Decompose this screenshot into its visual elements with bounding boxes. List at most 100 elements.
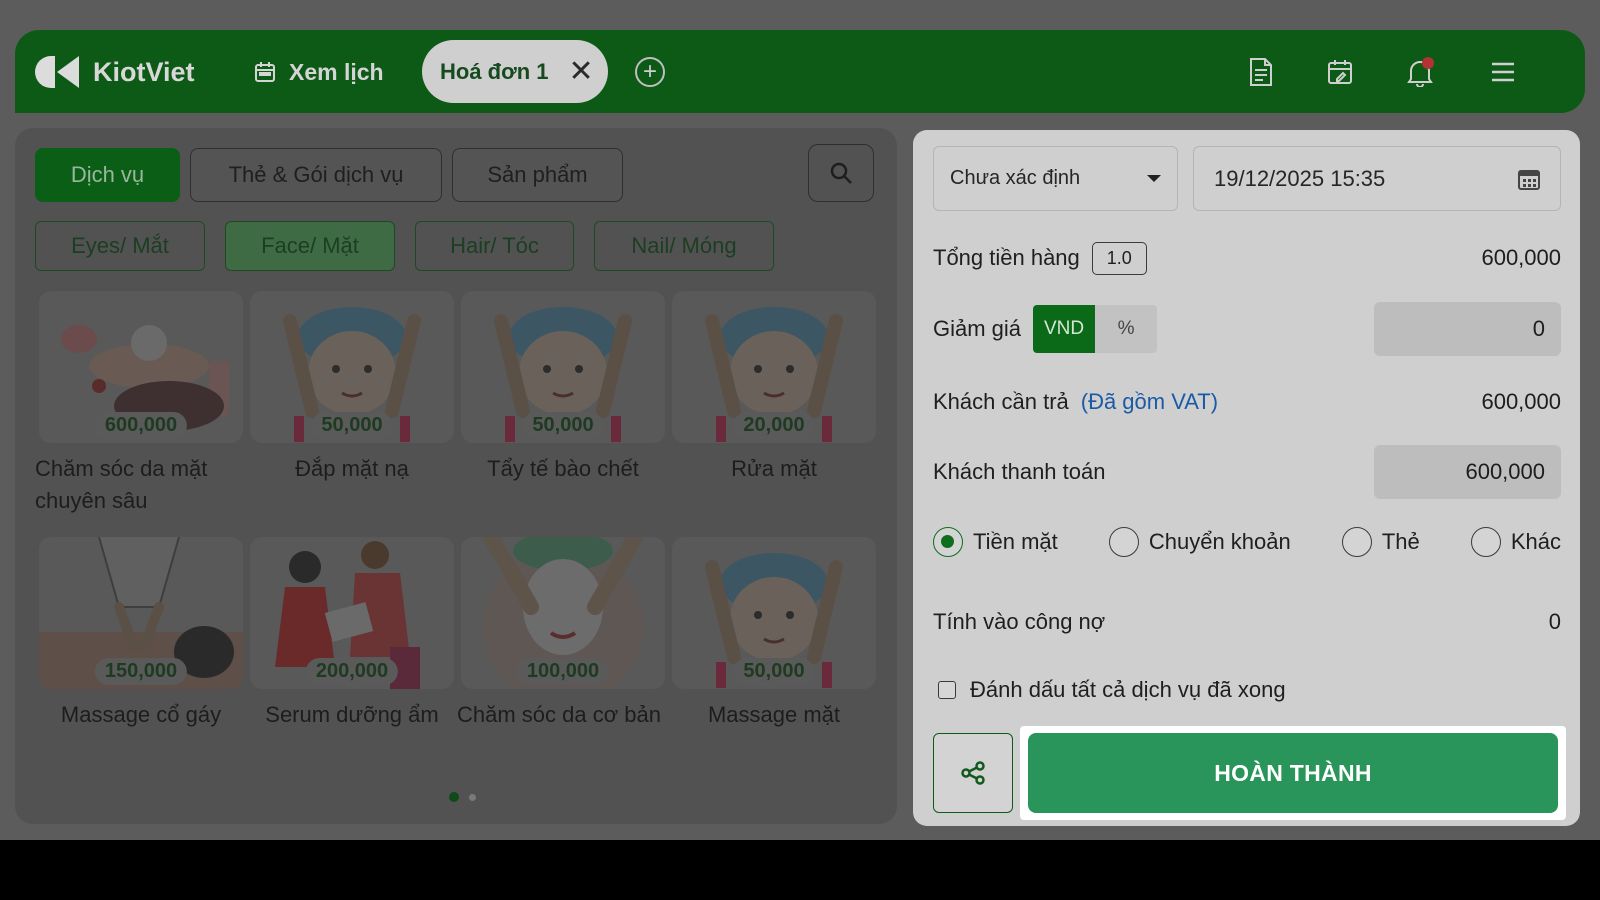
service-card[interactable]: 150,000 Massage cổ gáy [39, 537, 243, 731]
total-qty-badge: 1.0 [1091, 241, 1147, 275]
category-nail[interactable]: Nail/ Móng [594, 221, 774, 271]
service-card[interactable]: 50,000 Tẩy tế bào chết [461, 291, 665, 485]
customer-paid-input[interactable]: 600,000 [1374, 445, 1561, 499]
radio-icon[interactable] [1470, 527, 1501, 557]
service-price: 150,000 [94, 658, 188, 685]
service-image: 50,000 [461, 291, 665, 443]
datetime-field[interactable]: 19/12/2025 15:35 [1193, 146, 1561, 211]
category-face[interactable]: Face/ Mặt [225, 221, 395, 271]
add-tab-icon[interactable]: + [635, 57, 665, 87]
calendar-link[interactable]: Xem lịch [253, 52, 384, 92]
service-card[interactable]: 100,000 Chăm sóc da cơ bản [457, 537, 665, 731]
service-image: 20,000 [672, 291, 876, 443]
service-image: 50,000 [250, 291, 454, 443]
radio-icon[interactable] [1341, 527, 1372, 557]
debt-row: Tính vào công nợ 0 [933, 602, 1561, 642]
service-panel: Dịch vụ Thẻ & Gói dịch vụ Sản phẩm Eyes/… [15, 128, 897, 824]
complete-button[interactable]: HOÀN THÀNH [1028, 733, 1558, 813]
service-price: 100,000 [516, 658, 610, 685]
payment-transfer[interactable]: Chuyển khoản [1108, 527, 1291, 557]
discount-row: Giảm giá VND % 0 [933, 302, 1561, 356]
top-navbar: KiotViet Xem lịch Hoá đơn 1 ✕ + [15, 30, 1585, 113]
customer-paid-row: Khách thanh toán 600,000 [933, 445, 1561, 499]
service-image: 50,000 [672, 537, 876, 689]
service-price: 50,000 [522, 412, 604, 439]
debt-value: 0 [1548, 609, 1561, 634]
bottom-bar [0, 840, 1600, 900]
category-filters: Eyes/ Mắt Face/ Mặt Hair/ Tóc Nail/ Móng [35, 221, 774, 271]
document-icon[interactable] [1243, 54, 1279, 90]
service-image: 200,000 [250, 537, 454, 689]
radio-icon[interactable] [1108, 527, 1139, 557]
brand[interactable]: KiotViet [35, 52, 195, 92]
calendar-icon [255, 62, 275, 82]
mark-all-done[interactable]: Đánh dấu tất cả dịch vụ đã xong [938, 677, 1286, 703]
radio-checked-icon[interactable] [933, 527, 963, 557]
payment-methods: Tiền mặt Chuyển khoản Thẻ Khác [933, 527, 1561, 557]
discount-input[interactable]: 0 [1374, 302, 1561, 356]
discount-label: Giảm giá [933, 316, 1022, 341]
share-button[interactable] [933, 733, 1013, 813]
service-name: Rửa mặt [731, 456, 817, 481]
service-price: 200,000 [305, 658, 399, 685]
category-eyes[interactable]: Eyes/ Mắt [35, 221, 205, 271]
service-card[interactable]: 50,000 Đắp mặt nạ [250, 291, 454, 485]
tab-cards-packages[interactable]: Thẻ & Gói dịch vụ [190, 148, 442, 202]
discount-percent-option[interactable]: % [1095, 305, 1158, 353]
service-card[interactable]: 600,000 Chăm sóc da mặt chuyên sâu [35, 291, 243, 517]
discount-type-toggle: VND % [1033, 305, 1158, 353]
payment-cash[interactable]: Tiền mặt [933, 527, 1058, 557]
notification-bell-icon[interactable] [1402, 54, 1438, 90]
service-name: Serum dưỡng ẩm [265, 702, 439, 727]
total-row: Tổng tiền hàng 1.0 600,000 [933, 238, 1561, 278]
discount-vnd-option[interactable]: VND [1033, 305, 1096, 353]
checkout-panel: Chưa xác định 19/12/2025 15:35 Tổng tiền… [913, 130, 1580, 826]
tab-products[interactable]: Sản phẩm [452, 148, 623, 202]
service-image: 150,000 [39, 537, 243, 689]
service-image: 600,000 [39, 291, 243, 443]
service-card[interactable]: 20,000 Rửa mặt [672, 291, 876, 485]
service-name: Đắp mặt nạ [295, 456, 409, 481]
mark-all-checkbox[interactable] [938, 681, 956, 699]
total-value: 600,000 [1481, 245, 1561, 270]
service-name: Chăm sóc da cơ bản [457, 702, 661, 727]
payment-card[interactable]: Thẻ [1341, 527, 1420, 557]
service-price: 50,000 [733, 658, 815, 685]
complete-button-highlight: HOÀN THÀNH [1020, 726, 1566, 820]
service-name: Massage mặt [707, 702, 841, 727]
amount-due-value: 600,000 [1481, 389, 1561, 414]
page-dot-active[interactable] [449, 792, 459, 802]
tab-services[interactable]: Dịch vụ [35, 148, 180, 202]
tab-invoice-label: Hoá đơn 1 [440, 58, 549, 84]
service-name: Massage cổ gáy [60, 702, 222, 727]
calendar-icon[interactable] [1518, 168, 1540, 190]
calendar-link-label: Xem lịch [289, 58, 384, 85]
service-price: 20,000 [733, 412, 815, 439]
service-card[interactable]: 200,000 Serum dưỡng ẩm [250, 537, 454, 731]
mark-all-label: Đánh dấu tất cả dịch vụ đã xong [970, 677, 1286, 702]
service-card[interactable]: 50,000 Massage mặt [672, 537, 876, 731]
payment-other[interactable]: Khác [1470, 527, 1561, 557]
service-name: Tẩy tế bào chết [487, 456, 639, 481]
calendar-edit-icon[interactable] [1322, 54, 1358, 90]
service-price: 50,000 [311, 412, 393, 439]
category-hair[interactable]: Hair/ Tóc [415, 221, 574, 271]
customer-select[interactable]: Chưa xác định [933, 146, 1178, 211]
service-price: 600,000 [94, 412, 188, 439]
customer-select-value: Chưa xác định [950, 167, 1081, 189]
share-icon [961, 761, 985, 785]
datetime-value: 19/12/2025 15:35 [1214, 165, 1386, 191]
amount-due-row: Khách cần trả (Đã gồm VAT) 600,000 [933, 382, 1561, 422]
service-name: Chăm sóc da mặt chuyên sâu [35, 456, 208, 513]
pagination-dots [449, 792, 476, 802]
debt-label: Tính vào công nợ [933, 609, 1106, 634]
page-dot[interactable] [469, 793, 476, 801]
close-icon[interactable]: ✕ [569, 56, 594, 87]
service-image: 100,000 [461, 537, 665, 689]
menu-icon[interactable] [1485, 54, 1521, 90]
tab-invoice-1[interactable]: Hoá đơn 1 ✕ [422, 40, 608, 103]
total-label: Tổng tiền hàng [933, 245, 1080, 270]
kiotviet-logo-icon [35, 52, 81, 92]
search-button[interactable] [808, 144, 874, 202]
search-icon [830, 162, 852, 184]
